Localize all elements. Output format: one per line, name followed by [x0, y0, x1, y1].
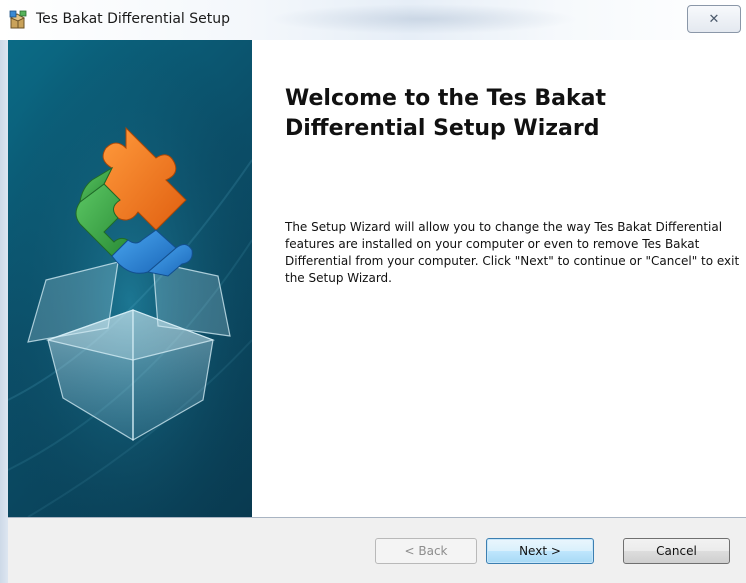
button-bar: < Back Next > Cancel: [8, 518, 746, 583]
window-title: Tes Bakat Differential Setup: [36, 11, 231, 27]
installer-box-icon: [8, 10, 28, 30]
setup-window: Tes Bakat Differential Setup ✕ Welcome t…: [0, 0, 746, 583]
close-icon: ✕: [708, 11, 720, 27]
welcome-description: The Setup Wizard will allow you to chang…: [285, 220, 740, 285]
wizard-banner: [8, 40, 252, 517]
cancel-button[interactable]: Cancel: [623, 538, 730, 564]
welcome-panel: Welcome to the Tes Bakat Differential Se…: [252, 40, 746, 517]
back-button[interactable]: < Back: [375, 538, 477, 564]
title-bar[interactable]: Tes Bakat Differential Setup ✕: [0, 0, 746, 40]
title-bar-glass: [268, 4, 578, 34]
puzzle-box-graphic: [8, 40, 252, 517]
window-frame-left: [0, 40, 8, 583]
close-button[interactable]: ✕: [687, 5, 741, 33]
next-button[interactable]: Next >: [486, 538, 594, 564]
welcome-heading: Welcome to the Tes Bakat Differential Se…: [285, 86, 607, 141]
